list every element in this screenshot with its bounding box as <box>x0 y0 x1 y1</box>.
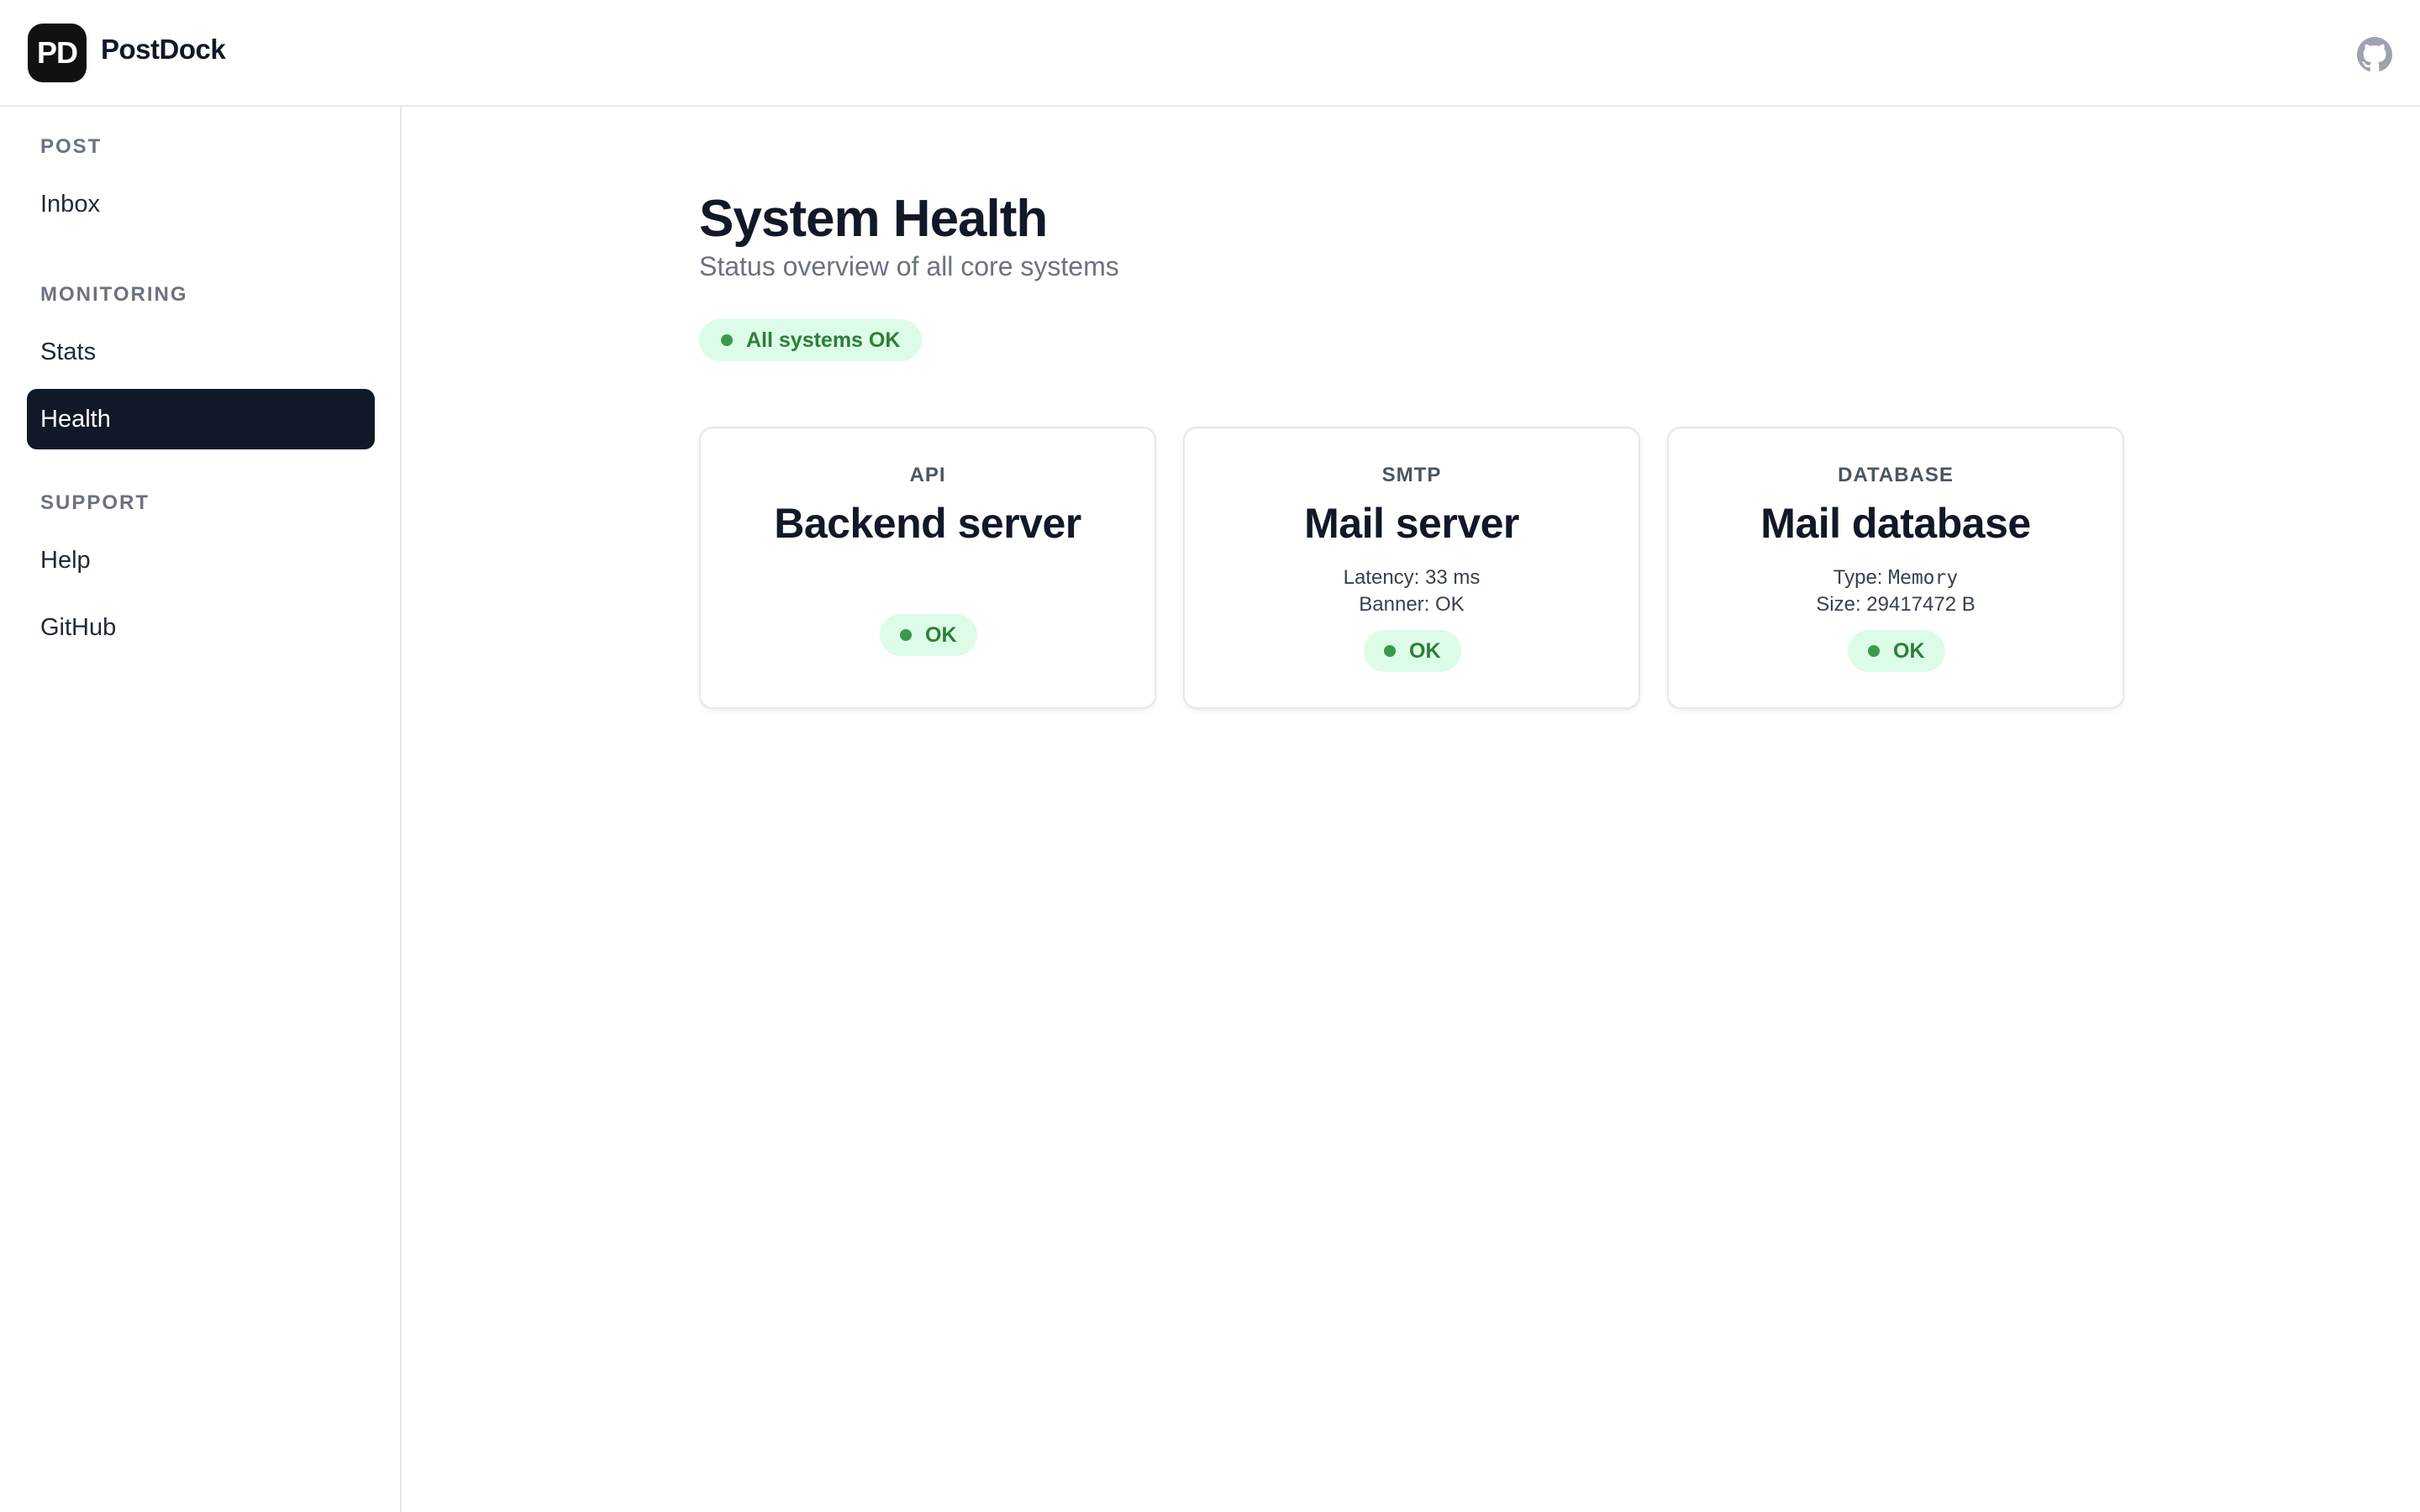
app-logo[interactable]: PD <box>28 24 87 82</box>
overall-status-text: All systems OK <box>746 328 901 352</box>
status-text: OK <box>1409 638 1441 663</box>
health-card-api: API Backend server OK <box>699 427 1156 709</box>
status-text: OK <box>1893 638 1925 663</box>
section-label-support: SUPPORT <box>40 491 150 514</box>
latency-detail: Latency: 33 ms <box>1185 566 1639 590</box>
section-label-post: POST <box>40 135 103 158</box>
status-dot-icon <box>721 334 733 346</box>
github-icon[interactable] <box>2357 37 2392 72</box>
detail-label: Size: <box>1816 593 1861 616</box>
card-kicker: SMTP <box>1381 464 1442 486</box>
logo-text: PD <box>36 35 78 70</box>
card-title: Mail database <box>1760 500 2031 547</box>
sidebar-item-github[interactable]: GitHub <box>27 597 375 658</box>
status-badge: OK <box>1848 630 1945 672</box>
sidebar-item-stats[interactable]: Stats <box>27 322 375 382</box>
page-subtitle: Status overview of all core systems <box>699 251 1119 281</box>
health-card-smtp: SMTP Mail server Latency: 33 ms Banner: … <box>1183 427 1640 709</box>
top-bar: PD PostDock <box>0 0 2420 107</box>
card-title: Mail server <box>1304 500 1519 547</box>
detail-label: Latency: <box>1343 566 1420 589</box>
card-title: Backend server <box>774 500 1081 547</box>
status-dot-icon <box>900 629 912 641</box>
status-text: OK <box>925 622 957 647</box>
status-badge: OK <box>880 614 977 656</box>
sidebar-item-inbox[interactable]: Inbox <box>27 174 375 234</box>
card-kicker: API <box>909 464 946 486</box>
detail-value: OK <box>1435 593 1465 616</box>
sidebar-item-help[interactable]: Help <box>27 530 375 591</box>
detail-value: Memory <box>1888 567 1959 589</box>
section-label-monitoring: MONITORING <box>40 283 188 306</box>
app-name[interactable]: PostDock <box>101 34 226 66</box>
sidebar-item-health[interactable]: Health <box>27 389 375 449</box>
detail-value: 29417472 B <box>1866 593 1975 616</box>
sidebar: POST Inbox MONITORING Stats Health SUPPO… <box>0 107 402 1512</box>
main-content: System Health Status overview of all cor… <box>403 108 2420 1512</box>
detail-value: 33 ms <box>1425 566 1481 589</box>
health-card-database: DATABASE Mail database Type: Memory Size… <box>1667 427 2124 709</box>
status-dot-icon <box>1384 645 1396 657</box>
type-detail: Type: Memory <box>1669 566 2123 590</box>
detail-label: Banner: <box>1359 593 1430 616</box>
banner-detail: Banner: OK <box>1185 593 1639 617</box>
overall-status-badge: All systems OK <box>699 319 923 361</box>
card-kicker: DATABASE <box>1838 464 1954 486</box>
status-dot-icon <box>1868 645 1880 657</box>
status-badge: OK <box>1364 630 1461 672</box>
page-title: System Health <box>699 190 1048 248</box>
size-detail: Size: 29417472 B <box>1669 593 2123 617</box>
detail-label: Type: <box>1833 566 1883 589</box>
